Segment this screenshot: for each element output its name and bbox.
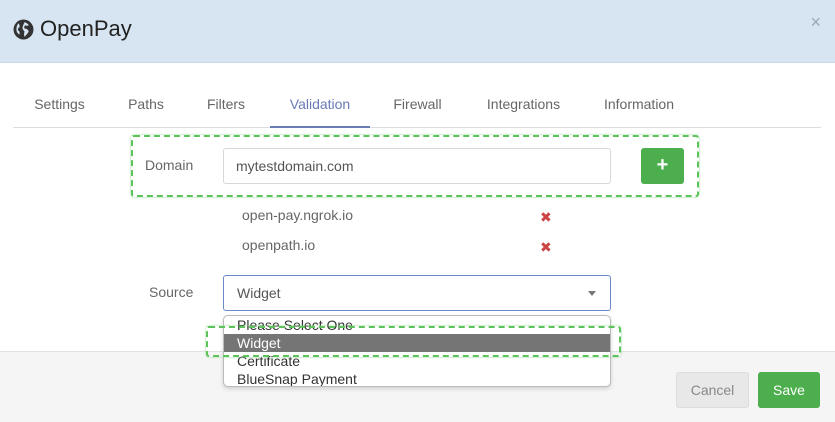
- tab-firewall[interactable]: Firewall: [385, 84, 450, 128]
- source-select[interactable]: Widget: [223, 275, 611, 311]
- remove-icon[interactable]: ✖: [540, 209, 552, 226]
- tab-filters[interactable]: Filters: [194, 84, 258, 128]
- tab-settings[interactable]: Settings: [13, 84, 106, 128]
- widget-highlight: [206, 326, 621, 357]
- tab-bar: Settings Paths Filters Validation Firewa…: [13, 84, 821, 128]
- tab-validation[interactable]: Validation: [270, 84, 370, 128]
- modal-header: OpenPay ×: [0, 0, 835, 63]
- source-label: Source: [149, 284, 194, 300]
- tab-paths[interactable]: Paths: [117, 84, 175, 128]
- page-title: OpenPay: [40, 16, 132, 41]
- close-icon[interactable]: ×: [810, 12, 821, 32]
- dropdown-option[interactable]: BlueSnap Payment: [224, 370, 610, 386]
- domain-item-label: open-pay.ngrok.io: [242, 207, 354, 223]
- domain-item-label: openpath.io: [242, 237, 316, 253]
- header-title: OpenPay: [13, 16, 132, 42]
- globe-icon: [13, 19, 34, 39]
- tab-integrations[interactable]: Integrations: [477, 84, 570, 128]
- source-selected-value: Widget: [237, 285, 281, 301]
- save-button[interactable]: Save: [758, 372, 820, 408]
- remove-icon[interactable]: ✖: [540, 239, 552, 256]
- tab-information[interactable]: Information: [595, 84, 683, 128]
- add-domain-button[interactable]: +: [641, 148, 684, 184]
- domain-input[interactable]: mytestdomain.com: [223, 148, 611, 184]
- chevron-down-icon: [588, 291, 596, 296]
- cancel-button[interactable]: Cancel: [676, 372, 749, 408]
- domain-label: Domain: [145, 157, 194, 173]
